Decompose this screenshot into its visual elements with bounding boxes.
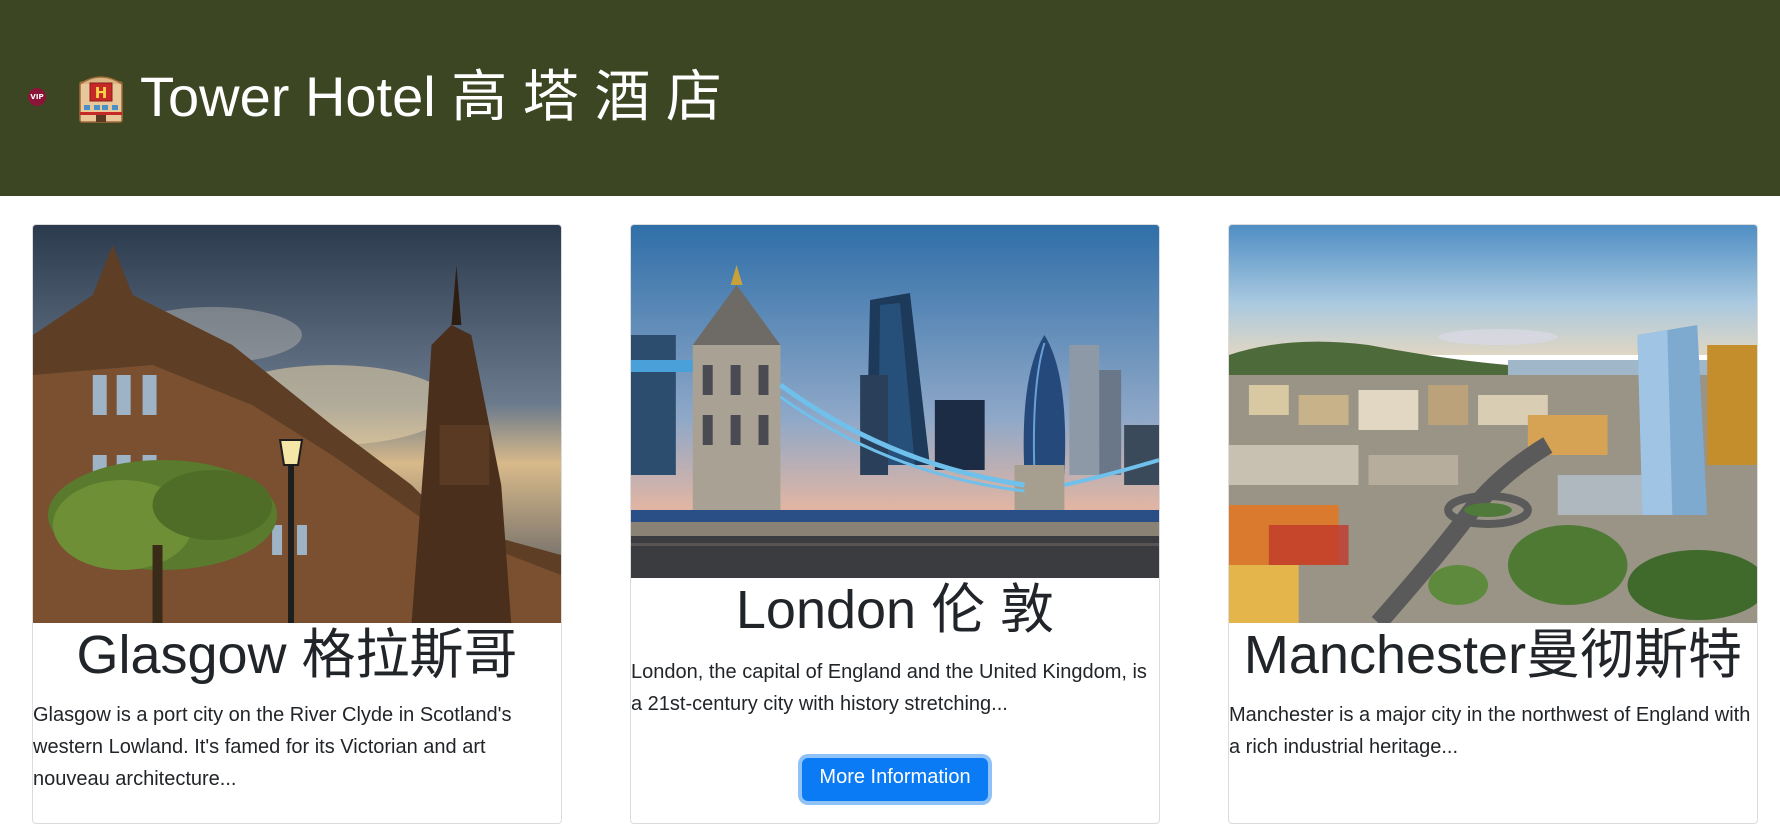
card-title: London 伦 敦 (735, 580, 1055, 640)
card-title: Glasgow 格拉斯哥 (76, 625, 518, 685)
site-header: VIP H Tower Hotel 高 塔 酒 店 (0, 0, 1780, 196)
site-title: Tower Hotel 高 塔 酒 店 (140, 65, 722, 128)
vip-badge-icon: VIP (28, 88, 46, 106)
more-information-button[interactable]: More Information (802, 758, 988, 801)
card-description: Manchester is a major city in the northw… (1229, 704, 1751, 758)
card-description: London, the capital of England and the U… (631, 661, 1147, 715)
card-title: Manchester曼彻斯特 (1243, 625, 1743, 685)
city-card-manchester: Manchester曼彻斯特 Manchester is a major cit… (1228, 224, 1758, 824)
city-card-glasgow: Glasgow 格拉斯哥 Glasgow is a port city on t… (32, 224, 562, 824)
london-image (631, 225, 1159, 578)
manchester-image (1229, 225, 1757, 623)
svg-text:H: H (95, 84, 108, 102)
glasgow-image (33, 225, 561, 623)
city-card-london: London 伦 敦 London, the capital of Englan… (630, 224, 1160, 824)
hotel-building-icon: H (79, 76, 123, 123)
card-description: Glasgow is a port city on the River Clyd… (33, 704, 512, 790)
